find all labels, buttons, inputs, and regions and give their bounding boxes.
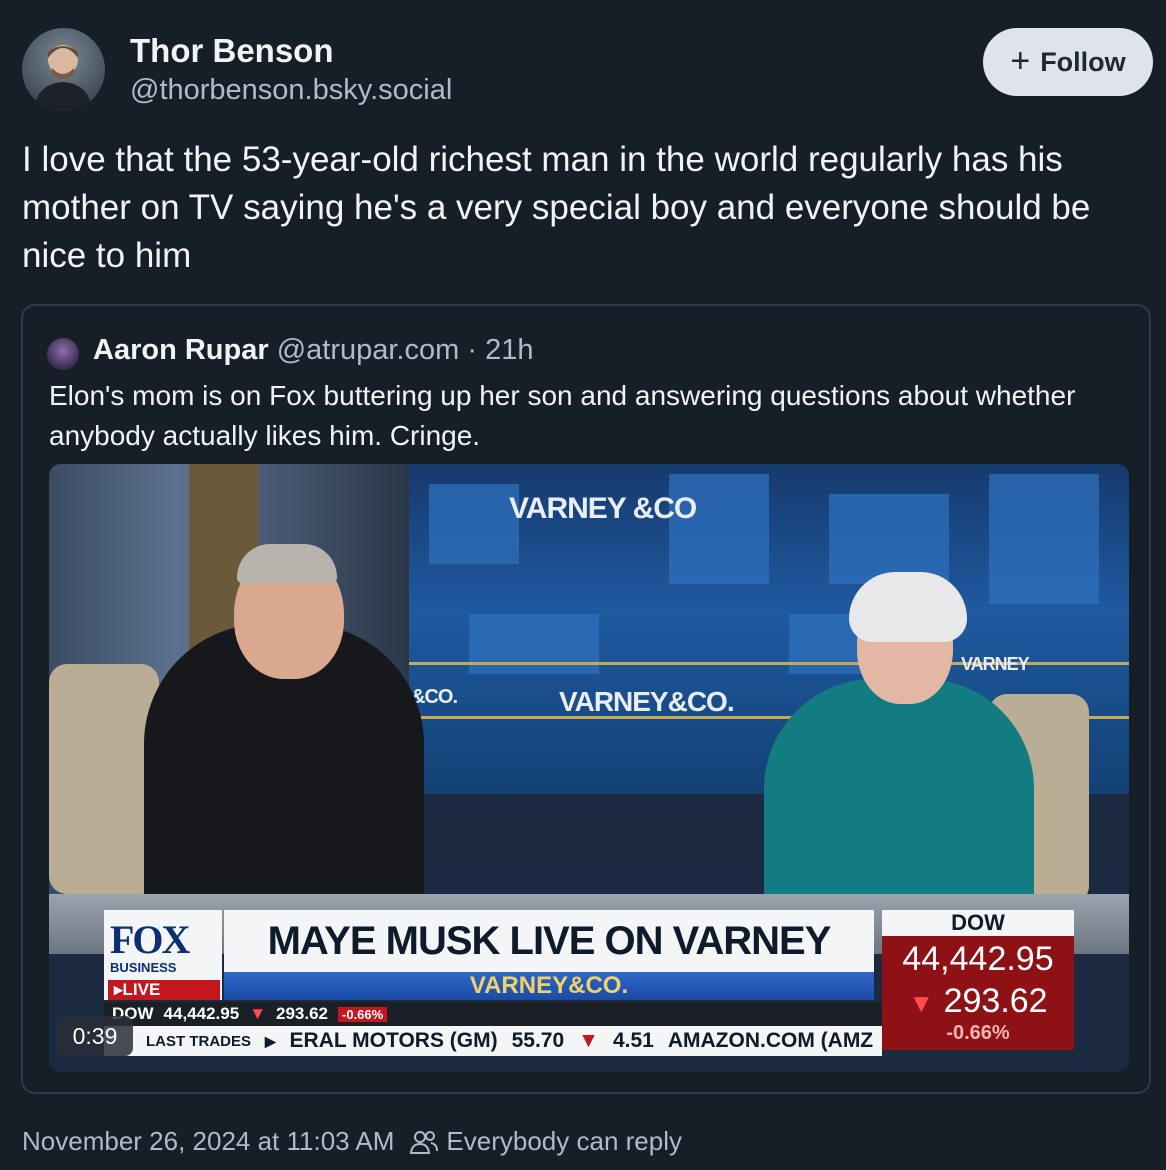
post-timestamp: November 26, 2024 at 11:03 AM [22,1126,395,1156]
follow-button[interactable]: + Follow [983,28,1153,96]
author-name[interactable]: Thor Benson [130,32,334,70]
triangle-down-icon: ▼ [908,988,935,1018]
broadcast-headline: MAYE MUSK LIVE ON VARNEY [224,910,874,972]
plus-icon: + [1010,41,1031,80]
quoted-post[interactable]: Aaron Rupar @atrupar.com · 21h Elon's mo… [21,304,1151,1094]
video-player[interactable]: VARNEY &CO VARNEY&CO. &CO. VARNEY FOX BU… [49,464,1129,1072]
ticker-bottom: LAST TRADES ▸ ERAL MOTORS (GM) 55.70 ▼ 4… [104,1026,882,1056]
studio-logo: VARNEY &CO [509,492,697,525]
quoted-author-handle[interactable]: @atrupar.com [277,334,460,366]
avatar-photo [34,45,92,111]
ticker-top-percent: -0.66% [338,1006,388,1022]
studio-logo: VARNEY [961,654,1030,674]
ticker-item: AMAZON.COM (AMZ [667,1029,874,1052]
post-footer: November 26, 2024 at 11:03 AM Everybody … [22,1126,682,1157]
author-handle[interactable]: @thorbenson.bsky.social [130,74,452,107]
quoted-post-header: Aaron Rupar @atrupar.com · 21h [93,334,533,367]
dow-change: ▼ 293.62 [882,982,1074,1021]
quoted-author-avatar[interactable] [47,338,79,370]
studio-logo: VARNEY&CO. [559,686,735,717]
follow-label: Follow [1040,46,1126,77]
host-hair [237,544,337,584]
dow-label: DOW [882,910,1074,936]
ticker-top-change: 293.62 [276,1004,329,1023]
quoted-post-text: Elon's mom is on Fox buttering up her so… [49,380,1076,451]
news-lower-third: FOX BUSINESS ▸ LIVE MAYE MUSK LIVE ON VA… [104,910,1074,1060]
quoted-author-name[interactable]: Aaron Rupar [93,334,269,366]
ticker-item-change: 4.51 [612,1029,654,1052]
network-sub: BUSINESS [110,960,177,975]
quoted-post-age: 21h [485,334,534,366]
dow-panel: DOW 44,442.95 ▼ 293.62 -0.66% [882,910,1074,1050]
people-icon [410,1130,439,1154]
ticker-item: ERAL MOTORS (GM) [289,1029,498,1052]
reply-setting[interactable]: Everybody can reply [410,1126,682,1157]
ticker-top-value: 44,442.95 [163,1004,240,1023]
live-label: LIVE [122,980,161,999]
ticker-item-price: 55.70 [511,1029,565,1052]
guest-figure [764,679,1034,919]
triangle-down-icon: ▼ [578,1029,599,1052]
post-text: I love that the 53-year-old richest man … [22,140,1091,275]
author-avatar[interactable] [22,28,105,111]
studio-chair [49,664,159,894]
guest-hair [849,572,967,642]
show-name: VARNEY&CO. [224,972,874,1000]
ticker-bottom-label: LAST TRADES [146,1032,251,1050]
network-name: FOX [110,917,190,962]
ticker-arrow-icon: ▸ [265,1029,276,1053]
live-arrow-icon: ▸ [114,980,123,999]
meta-separator: · [467,334,478,366]
dow-change-value: 293.62 [943,982,1048,1020]
dow-value: 44,442.95 [902,940,1054,978]
reply-setting-label: Everybody can reply [446,1126,682,1156]
ticker-top: DOW 44,442.95 ▼ 293.62 -0.66% [104,1002,882,1026]
video-duration: 0:39 [57,1016,133,1056]
dow-percent: -0.66% [946,1022,1010,1044]
fox-business-logo: FOX BUSINESS ▸ LIVE [104,910,222,1000]
triangle-down-icon: ▼ [249,1004,267,1023]
live-badge: ▸ LIVE [108,980,220,1000]
